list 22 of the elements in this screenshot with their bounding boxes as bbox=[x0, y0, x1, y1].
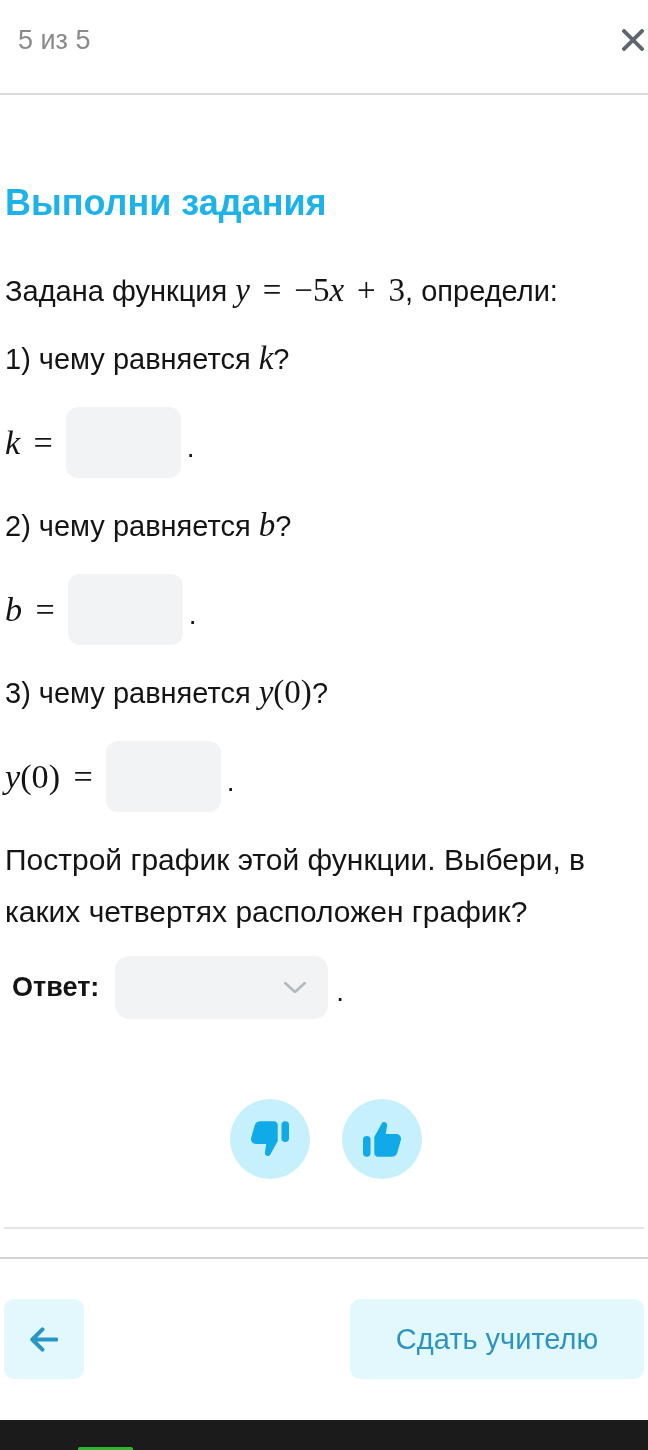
answer-label: Ответ: bbox=[12, 972, 100, 1003]
app-icon bbox=[78, 1447, 133, 1450]
period-text: . bbox=[188, 598, 197, 631]
period-text: . bbox=[186, 431, 195, 464]
page-title: Выполни задания bbox=[5, 181, 327, 225]
task-intro: Задана функция y = −5x + 3, определи: bbox=[5, 271, 558, 310]
thumbs-down-icon bbox=[251, 1121, 289, 1157]
question-text: 1) чему равняется k? bbox=[5, 339, 290, 378]
question-text: 2) чему равняется b? bbox=[5, 506, 292, 545]
period-text: . bbox=[226, 765, 235, 798]
answer-label: b = bbox=[5, 590, 55, 629]
question-text: 3) чему равняется y(0)? bbox=[5, 673, 329, 712]
answer-label: k = bbox=[5, 423, 53, 462]
thumbs-up-icon bbox=[363, 1121, 401, 1157]
arrow-left-icon bbox=[30, 1326, 58, 1352]
period-text: . bbox=[336, 975, 345, 1008]
chevron-down-icon bbox=[284, 982, 307, 993]
task-text: Построй график этой функции. Выбери, в каких четвертях расположен график? bbox=[5, 842, 587, 930]
back-button[interactable] bbox=[4, 1299, 84, 1379]
close-icon[interactable] bbox=[622, 29, 644, 51]
submit-button[interactable]: Сдать учителю bbox=[350, 1299, 644, 1379]
progress-counter: 5 из 5 bbox=[18, 24, 91, 57]
